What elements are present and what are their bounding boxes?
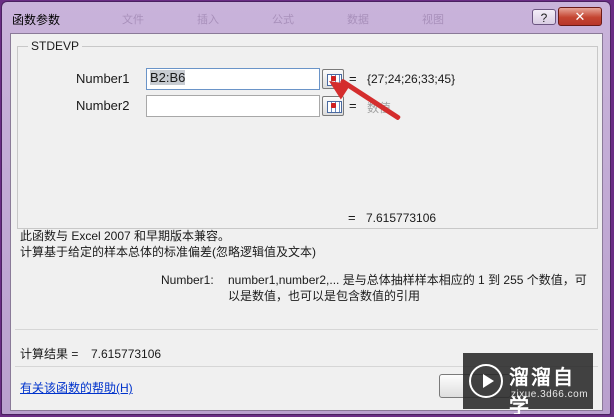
function-arguments-dialog: 函数参数 文件 插入 公式 数据 视图 ? ✕ STDEVP Number1 B…	[1, 1, 611, 415]
number1-value: B2:B6	[150, 70, 186, 85]
range-marker-icon	[331, 103, 336, 108]
calc-result-value: 7.615773106	[91, 347, 162, 361]
compat-note: 此函数与 Excel 2007 和早期版本兼容。	[20, 229, 231, 243]
ghost-tab-4: 视图	[422, 14, 444, 26]
number2-input[interactable]	[146, 95, 320, 117]
formula-equals: =	[348, 210, 356, 225]
ghost-tab-1: 插入	[197, 14, 219, 26]
function-description: 计算基于给定的样本总体的标准偏差(忽略逻辑值及文本)	[20, 245, 316, 259]
ghost-tab-3: 数据	[347, 14, 369, 26]
watermark-name: 溜溜自学	[509, 367, 575, 415]
number1-result: {27;24;26;33;45}	[367, 72, 456, 86]
function-help-link[interactable]: 有关该函数的帮助(H)	[20, 379, 133, 396]
function-name: STDEVP	[28, 39, 83, 53]
help-button[interactable]: ?	[532, 9, 556, 25]
calc-result-label: 计算结果 =	[20, 347, 79, 361]
dialog-body: STDEVP Number1 B2:B6 = {27;24;26;33;45} …	[10, 33, 603, 414]
number1-label: Number1	[76, 71, 130, 86]
close-button[interactable]: ✕	[558, 7, 602, 26]
ghost-tab-0: 文件	[122, 14, 144, 26]
ghost-tab-2: 公式	[272, 14, 294, 26]
dialog-title: 函数参数	[12, 13, 61, 27]
formula-result: 7.615773106	[366, 211, 437, 225]
title-bar[interactable]: 函数参数 文件 插入 公式 数据 视图 ? ✕	[2, 2, 610, 36]
watermark-url: zixue.3d66.com	[511, 389, 589, 400]
divider	[15, 329, 598, 330]
param-desc-line1: number1,number2,... 是与总体抽样样本相应的 1 到 255 …	[228, 273, 587, 287]
arguments-group: STDEVP Number1 B2:B6 = {27;24;26;33;45} …	[17, 39, 598, 229]
number1-input[interactable]: B2:B6	[146, 68, 320, 90]
param-name: Number1:	[161, 273, 214, 287]
param-desc-line2: 以是数值，也可以是包含数值的引用	[228, 289, 421, 303]
number2-label: Number2	[76, 98, 130, 113]
watermark-logo: 溜溜自学 zixue.3d66.com	[463, 353, 593, 414]
play-icon	[469, 364, 503, 398]
number2-equals: =	[349, 98, 357, 113]
